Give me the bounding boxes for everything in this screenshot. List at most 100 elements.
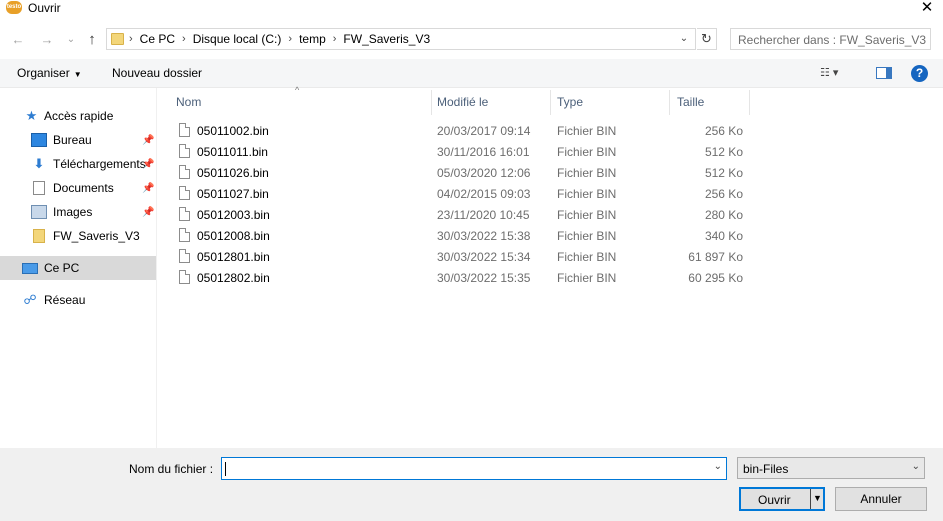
command-toolbar: Organiser ▼ Nouveau dossier ☷ ▾ ? xyxy=(0,59,943,88)
column-divider[interactable] xyxy=(749,90,750,115)
download-icon: ⬇ xyxy=(33,156,45,171)
help-icon[interactable]: ? xyxy=(911,65,928,82)
file-row[interactable]: 05012003.bin 23/11/2020 10:45 Fichier BI… xyxy=(158,204,758,225)
file-name: 05012003.bin xyxy=(197,208,270,222)
search-input[interactable]: Rechercher dans : FW_Saveris_V3 xyxy=(730,28,931,50)
nav-item-documents[interactable]: Documents 📌 xyxy=(0,176,156,200)
nav-item-desktop[interactable]: Bureau 📌 xyxy=(0,128,156,152)
open-button[interactable]: Ouvrir ▼ xyxy=(739,487,825,511)
file-icon xyxy=(179,123,190,137)
file-size: 512 Ko xyxy=(704,145,743,159)
folder-icon xyxy=(111,33,124,45)
column-divider[interactable] xyxy=(550,90,551,115)
nav-item-this-pc[interactable]: Ce PC xyxy=(0,256,156,280)
nav-item-fw-saveris-v3[interactable]: FW_Saveris_V3 xyxy=(0,224,156,248)
organise-menu-button[interactable]: Organiser ▼ xyxy=(17,66,82,80)
file-row[interactable]: 05011002.bin 20/03/2017 09:14 Fichier BI… xyxy=(158,120,758,141)
nav-item-label: Réseau xyxy=(44,293,86,307)
file-size: 280 Ko xyxy=(704,208,743,222)
file-row[interactable]: 05012801.bin 30/03/2022 15:34 Fichier BI… xyxy=(158,246,758,267)
file-size: 512 Ko xyxy=(704,166,743,180)
text-cursor xyxy=(225,462,226,476)
file-name: 05011011.bin xyxy=(197,145,268,159)
file-name: 05012801.bin xyxy=(197,250,270,264)
file-icon xyxy=(179,186,190,200)
file-row[interactable]: 05012802.bin 30/03/2022 15:35 Fichier BI… xyxy=(158,267,758,288)
refresh-icon[interactable]: ↻ xyxy=(697,28,717,50)
file-icon xyxy=(179,165,190,179)
breadcrumb-separator[interactable]: › xyxy=(288,33,292,45)
view-options-icon[interactable]: ☷ ▾ xyxy=(820,66,838,79)
new-folder-button[interactable]: Nouveau dossier xyxy=(112,66,202,80)
nav-item-downloads[interactable]: ⬇ Téléchargements 📌 xyxy=(0,152,156,176)
preview-pane-icon[interactable] xyxy=(876,67,892,79)
caret-down-icon: ▼ xyxy=(73,70,82,79)
close-button[interactable]: ✕ xyxy=(917,0,937,17)
file-type: Fichier BIN xyxy=(557,208,617,222)
recent-locations-chevron-icon[interactable]: ⌄ xyxy=(62,31,80,49)
breadcrumb-separator[interactable]: › xyxy=(182,33,186,45)
column-header-modified[interactable]: Modifié le xyxy=(437,95,488,109)
column-header-type[interactable]: Type xyxy=(557,95,583,109)
breadcrumb-item[interactable]: Ce PC xyxy=(140,32,175,46)
file-size: 61 897 Ko xyxy=(688,250,743,264)
column-divider[interactable] xyxy=(431,90,432,115)
file-icon xyxy=(179,249,190,263)
computer-icon xyxy=(22,262,38,274)
file-modified: 04/02/2015 09:03 xyxy=(437,187,531,201)
address-bar[interactable]: › Ce PC › Disque local (C:) › temp › FW_… xyxy=(106,28,696,50)
image-icon xyxy=(31,205,47,219)
forward-arrow-icon[interactable]: → xyxy=(38,31,56,49)
file-row[interactable]: 05012008.bin 30/03/2022 15:38 Fichier BI… xyxy=(158,225,758,246)
nav-item-images[interactable]: Images 📌 xyxy=(0,200,156,224)
file-row[interactable]: 05011026.bin 05/03/2020 12:06 Fichier BI… xyxy=(158,162,758,183)
network-icon: ☍ xyxy=(23,292,37,307)
file-size: 256 Ko xyxy=(704,124,743,138)
filename-label: Nom du fichier : xyxy=(129,462,214,476)
file-row[interactable]: 05011027.bin 04/02/2015 09:03 Fichier BI… xyxy=(158,183,758,204)
file-icon xyxy=(179,207,190,221)
address-dropdown-chevron-icon[interactable]: ⌄ xyxy=(676,30,692,48)
breadcrumb-item[interactable]: Disque local (C:) xyxy=(193,32,282,46)
pin-icon: 📌 xyxy=(142,158,155,170)
desktop-icon xyxy=(31,133,47,147)
file-modified: 23/11/2020 10:45 xyxy=(437,208,530,222)
file-modified: 30/03/2022 15:35 xyxy=(437,271,531,285)
breadcrumb-separator[interactable]: › xyxy=(333,33,337,45)
file-type: Fichier BIN xyxy=(557,124,617,138)
back-arrow-icon[interactable]: ← xyxy=(9,31,27,49)
navigation-pane: ★ Accès rapide Bureau 📌 ⬇ Téléchargement… xyxy=(0,88,157,448)
file-type-filter-select[interactable]: bin-Files ⌄ xyxy=(737,457,925,479)
chevron-down-icon[interactable]: ⌄ xyxy=(714,461,722,472)
nav-item-label: Ce PC xyxy=(44,261,80,275)
file-name: 05011027.bin xyxy=(197,187,269,201)
file-type: Fichier BIN xyxy=(557,145,617,159)
cancel-button[interactable]: Annuler xyxy=(835,487,927,511)
open-options-dropdown-icon[interactable]: ▼ xyxy=(813,493,822,503)
column-divider[interactable] xyxy=(669,90,670,115)
column-header-name[interactable]: Nom xyxy=(176,95,201,109)
breadcrumb-item[interactable]: FW_Saveris_V3 xyxy=(343,32,430,46)
breadcrumb-item[interactable]: temp xyxy=(299,32,326,46)
file-name: 05012802.bin xyxy=(197,271,270,285)
nav-item-label: Accès rapide xyxy=(44,109,114,123)
sort-ascending-icon: ^ xyxy=(295,85,300,95)
pin-icon: 📌 xyxy=(142,182,155,194)
up-arrow-icon[interactable]: ↑ xyxy=(83,31,101,49)
file-size: 60 295 Ko xyxy=(688,271,743,285)
file-type: Fichier BIN xyxy=(557,250,617,264)
nav-item-quick-access[interactable]: ★ Accès rapide xyxy=(0,104,156,128)
file-type: Fichier BIN xyxy=(557,166,617,180)
file-icon xyxy=(179,144,190,158)
file-modified: 30/03/2022 15:34 xyxy=(437,250,531,264)
open-button-label: Ouvrir xyxy=(758,493,791,507)
file-icon xyxy=(179,228,190,242)
nav-item-network[interactable]: ☍ Réseau xyxy=(0,288,156,312)
file-type: Fichier BIN xyxy=(557,187,617,201)
column-header-size[interactable]: Taille xyxy=(677,95,704,109)
file-size: 256 Ko xyxy=(704,187,743,201)
split-divider xyxy=(810,489,811,509)
filename-input[interactable]: ⌄ xyxy=(221,457,727,480)
file-type: Fichier BIN xyxy=(557,229,617,243)
file-row[interactable]: 05011011.bin 30/11/2016 16:01 Fichier BI… xyxy=(158,141,758,162)
